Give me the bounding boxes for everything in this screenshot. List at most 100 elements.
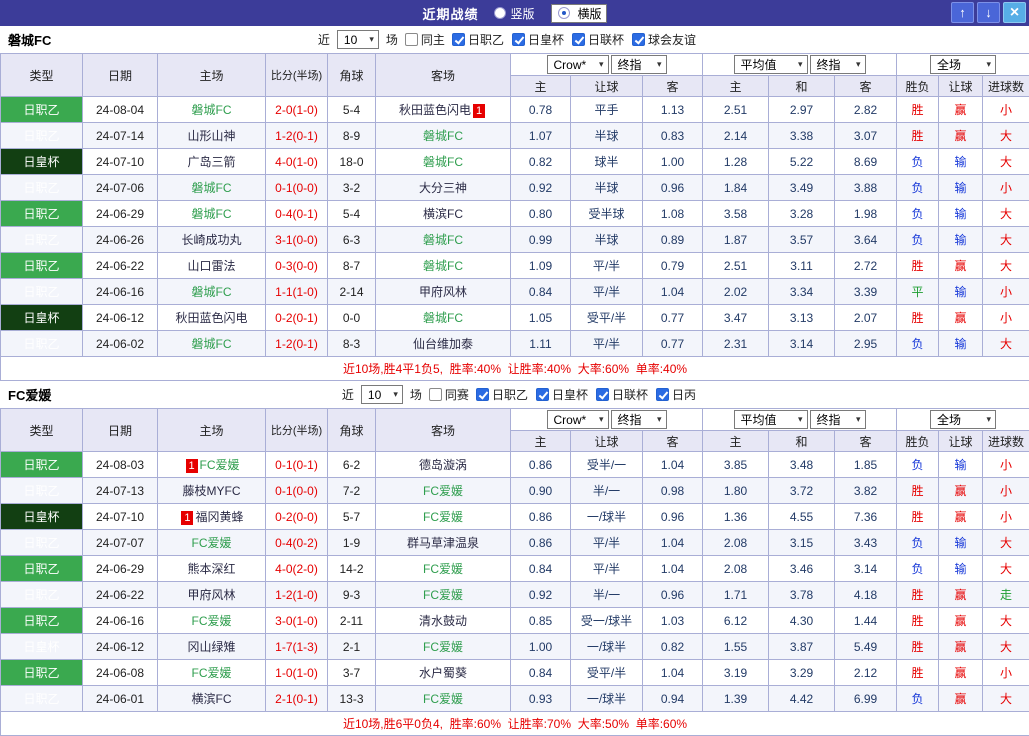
team-link[interactable]: 冈山绿雉 xyxy=(187,640,235,654)
league-type-cell: 日职乙 xyxy=(1,478,83,504)
team-link[interactable]: 广岛三箭 xyxy=(187,155,235,169)
odds-cell: 0.83 xyxy=(643,123,703,149)
team-link[interactable]: 磐城FC xyxy=(192,207,232,221)
checkbox-unchecked-icon[interactable] xyxy=(429,388,442,401)
team-link[interactable]: 横滨FC xyxy=(423,207,463,221)
team-link[interactable]: 仙台维加泰 xyxy=(413,337,473,351)
avg-value-cell: 3.19 xyxy=(703,660,769,686)
radio-vertical-layout[interactable]: 竖版 xyxy=(494,5,534,22)
team-link[interactable]: 横滨FC xyxy=(192,692,232,706)
avg-value-cell: 3.72 xyxy=(769,478,835,504)
team-link[interactable]: 磐城FC xyxy=(192,285,232,299)
team-link[interactable]: FC爱媛 xyxy=(423,484,463,498)
team-link[interactable]: FC爱媛 xyxy=(423,640,463,654)
team-link[interactable]: 水户蜀葵 xyxy=(419,666,467,680)
avg-time-select[interactable]: 终指▾ xyxy=(810,410,866,429)
league-filter-checkbox[interactable]: 日联杯 xyxy=(572,31,624,48)
match-count-select[interactable]: 10▾ xyxy=(337,30,379,49)
avg-value-cell: 3.78 xyxy=(769,582,835,608)
match-row: 日职乙24-06-08FC爱媛1-0(1-0)3-7水户蜀葵0.84受平/半1.… xyxy=(1,660,1029,686)
league-filter-checkbox[interactable]: 日丙 xyxy=(656,386,696,403)
scope-select[interactable]: 全场▾ xyxy=(930,410,996,429)
checkbox-checked-icon[interactable] xyxy=(596,388,609,401)
same-filter-checkbox[interactable]: 同赛 xyxy=(429,386,469,403)
team-link[interactable]: FC爱媛 xyxy=(423,588,463,602)
team-link[interactable]: 磐城FC xyxy=(423,129,463,143)
league-filter-checkbox[interactable]: 日皇杯 xyxy=(536,386,588,403)
team-link[interactable]: 福冈黄蜂 xyxy=(195,510,243,524)
avg-value-cell: 1.84 xyxy=(703,175,769,201)
team-link[interactable]: FC爱媛 xyxy=(423,692,463,706)
average-select[interactable]: 平均值▾ xyxy=(734,410,808,429)
scroll-down-button[interactable]: ↓ xyxy=(977,2,1000,23)
checkbox-checked-icon[interactable] xyxy=(476,388,489,401)
team-link[interactable]: 磐城FC xyxy=(192,181,232,195)
league-filter-checkbox[interactable]: 日职乙 xyxy=(476,386,528,403)
team-link[interactable]: 磐城FC xyxy=(423,155,463,169)
league-filter-checkbox[interactable]: 球会友谊 xyxy=(632,31,696,48)
team-link[interactable]: 藤枝MYFC xyxy=(183,484,241,498)
scope-select[interactable]: 全场▾ xyxy=(930,55,996,74)
match-count-select[interactable]: 10▾ xyxy=(361,385,403,404)
team-link[interactable]: 磐城FC xyxy=(423,233,463,247)
result-cell: 赢 xyxy=(939,634,983,660)
team-link[interactable]: 清水鼓动 xyxy=(419,614,467,628)
odds-time-select[interactable]: 终指▾ xyxy=(611,410,667,429)
odds-time-select[interactable]: 终指▾ xyxy=(611,55,667,74)
score-cell: 0-1(0-0) xyxy=(266,478,328,504)
team-link[interactable]: FC爱媛 xyxy=(192,614,232,628)
league-filter-label: 日职乙 xyxy=(468,31,504,48)
chevron-down-icon: ▾ xyxy=(657,59,662,70)
chevron-down-icon: ▾ xyxy=(599,59,604,70)
team-link[interactable]: 大分三神 xyxy=(419,181,467,195)
team-link[interactable]: 德岛漩涡 xyxy=(419,458,467,472)
league-filter-checkbox[interactable]: 日皇杯 xyxy=(512,31,564,48)
average-select[interactable]: 平均值▾ xyxy=(734,55,808,74)
result-cell: 胜 xyxy=(897,253,939,279)
checkbox-checked-icon[interactable] xyxy=(632,33,645,46)
checkbox-checked-icon[interactable] xyxy=(536,388,549,401)
team-link[interactable]: 磐城FC xyxy=(192,337,232,351)
team-link[interactable]: 长崎成功丸 xyxy=(181,233,241,247)
close-button[interactable]: × xyxy=(1003,2,1026,23)
league-filter-checkbox[interactable]: 日联杯 xyxy=(596,386,648,403)
checkbox-unchecked-icon[interactable] xyxy=(405,33,418,46)
away-team-cell: 群马草津温泉 xyxy=(376,530,511,556)
team-link[interactable]: FC爱媛 xyxy=(200,458,240,472)
same-filter-checkbox[interactable]: 同主 xyxy=(405,31,445,48)
team-link[interactable]: 磐城FC xyxy=(192,103,232,117)
scroll-up-button[interactable]: ↑ xyxy=(951,2,974,23)
team-link[interactable]: 熊本深红 xyxy=(187,562,235,576)
avg-value-cell: 1.85 xyxy=(835,452,897,478)
radio-horizontal-layout[interactable]: 横版 xyxy=(551,4,607,23)
scope-dropdown-cell: 全场▾ xyxy=(897,54,1029,76)
team-link[interactable]: FC爱媛 xyxy=(423,510,463,524)
team-link[interactable]: 山形山神 xyxy=(187,129,235,143)
team-link[interactable]: 甲府风林 xyxy=(187,588,235,602)
checkbox-checked-icon[interactable] xyxy=(512,33,525,46)
team-link[interactable]: 甲府风林 xyxy=(419,285,467,299)
team-link[interactable]: 秋田蓝色闪电 xyxy=(175,311,247,325)
result-cell: 负 xyxy=(897,331,939,357)
league-filter-checkbox[interactable]: 日职乙 xyxy=(452,31,504,48)
match-row: 日职乙24-06-29磐城FC0-4(0-1)5-4横滨FC0.80受半球1.0… xyxy=(1,201,1029,227)
team-link[interactable]: 磐城FC xyxy=(423,259,463,273)
bookmaker-select-value: Crow* xyxy=(554,58,587,72)
bookmaker-select[interactable]: Crow* ▾ xyxy=(547,55,609,74)
checkbox-checked-icon[interactable] xyxy=(572,33,585,46)
team-link[interactable]: 磐城FC xyxy=(423,311,463,325)
team-link[interactable]: 秋田蓝色闪电 xyxy=(399,103,471,117)
team-link[interactable]: FC爱媛 xyxy=(423,562,463,576)
league-type-cell: 日职乙 xyxy=(1,227,83,253)
team-link[interactable]: 山口雷法 xyxy=(187,259,235,273)
bookmaker-select[interactable]: Crow*▾ xyxy=(547,410,609,429)
team-section: FC爱媛 近 10▾ 场 同赛 日职乙日皇杯日联杯日丙 类型 日期 主场 比分(… xyxy=(0,381,1029,736)
team-link[interactable]: FC爱媛 xyxy=(192,536,232,550)
avg-value-cell: 4.30 xyxy=(769,608,835,634)
avg-time-select[interactable]: 终指▾ xyxy=(810,55,866,74)
checkbox-checked-icon[interactable] xyxy=(656,388,669,401)
team-link[interactable]: FC爱媛 xyxy=(192,666,232,680)
team-link[interactable]: 群马草津温泉 xyxy=(407,536,479,550)
checkbox-checked-icon[interactable] xyxy=(452,33,465,46)
odds-cell: 平/半 xyxy=(571,253,643,279)
